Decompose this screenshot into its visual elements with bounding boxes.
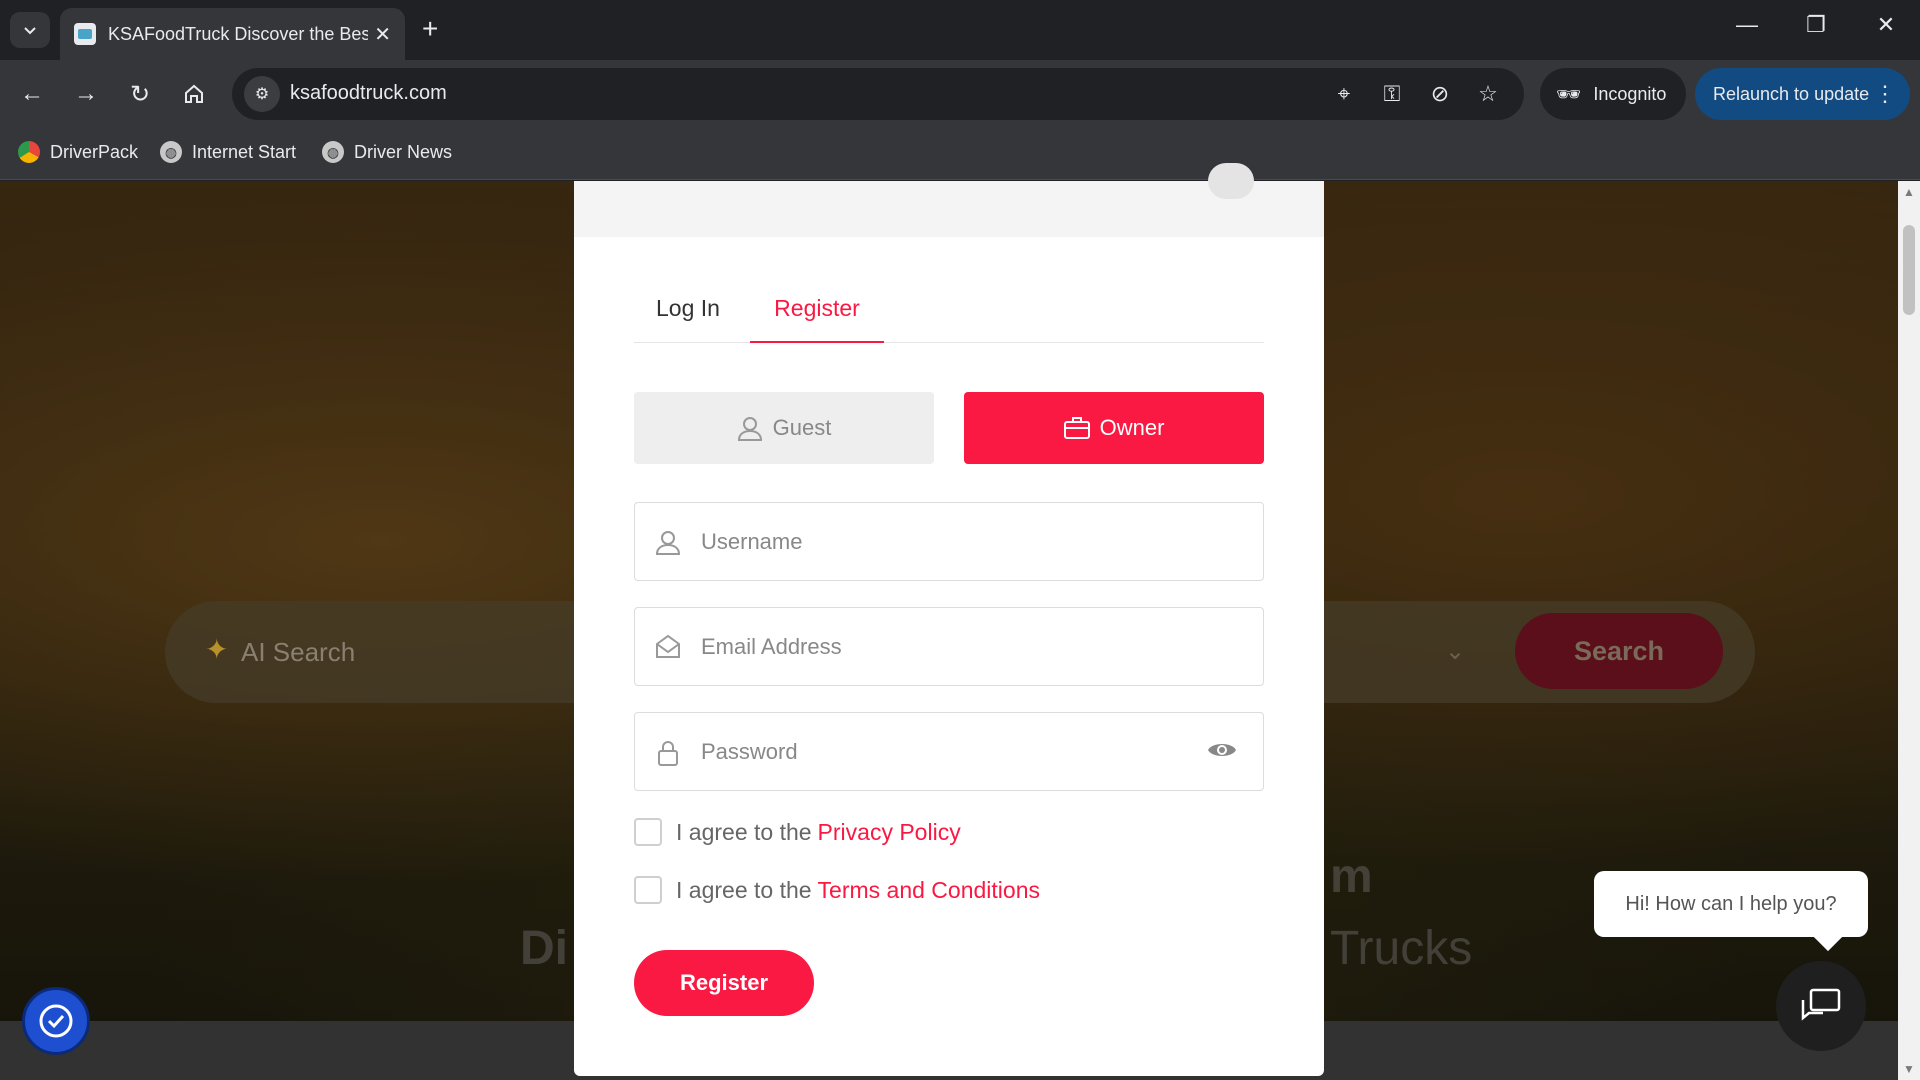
restore-icon[interactable]: ❐ [1796,12,1836,38]
close-window-icon[interactable]: ✕ [1866,12,1906,38]
site-favicon-icon [74,23,96,45]
terms-and-conditions-link[interactable]: Terms and Conditions [818,877,1040,904]
hero-text-fragment: Trucks [1330,922,1473,975]
relaunch-label: Relaunch to update [1713,83,1870,104]
tab-log-in[interactable]: Log In [656,295,720,322]
bookmark-driverpack[interactable]: DriverPack [18,141,138,163]
home-icon[interactable] [174,74,214,114]
scroll-down-arrow-icon[interactable]: ▼ [1903,1062,1915,1076]
chat-icon [1801,988,1841,1021]
user-icon [737,415,763,441]
accessibility-button[interactable] [22,987,90,1055]
browser-toolbar: ← → ↻ ⚙ ksafoodtruck.com ⌖ ⚿ ⊘ ☆ 🕶 Incog… [0,60,1920,128]
globe-icon: ◍ [160,141,182,163]
globe-icon: ◍ [322,141,344,163]
privacy-policy-checkbox[interactable] [634,818,662,846]
privacy-policy-checkbox-row: I agree to the Privacy Policy [634,818,961,846]
url-text: ksafoodtruck.com [290,82,447,104]
username-input[interactable] [701,503,1181,580]
page-scrollbar[interactable]: ▲ ▼ [1898,181,1920,1080]
bookmark-internet-start[interactable]: ◍ Internet Start [160,141,296,163]
modal-close-button[interactable] [1208,163,1254,199]
owner-role-button[interactable]: Owner [964,392,1264,464]
search-button: Search [1515,613,1723,689]
user-icon [655,529,681,560]
bookmarks-bar: DriverPack ◍ Internet Start ◍ Driver New… [0,128,1920,180]
forward-arrow-icon[interactable]: → [66,74,106,114]
incognito-label: Incognito [1593,83,1667,104]
back-arrow-icon[interactable]: ← [12,74,52,114]
key-icon[interactable]: ⚿ [1378,81,1406,107]
register-button[interactable]: Register [634,950,814,1016]
reload-icon[interactable]: ↻ [120,74,160,114]
new-tab-plus-icon[interactable]: + [422,14,438,44]
bookmark-driver-news[interactable]: ◍ Driver News [322,141,452,163]
bookmark-label: Internet Start [192,141,297,162]
bookmark-label: DriverPack [50,141,139,162]
password-input[interactable] [701,713,1181,790]
driverpack-icon [18,141,40,163]
briefcase-icon [1063,416,1090,440]
bookmark-label: Driver News [354,141,453,162]
tab-register[interactable]: Register [750,295,884,343]
eye-icon[interactable] [1207,739,1237,766]
chat-button[interactable] [1776,961,1866,1051]
modal-header [574,163,1324,237]
location-pin-icon[interactable]: ⌖ [1330,81,1358,107]
tab-close-icon[interactable]: ✕ [374,22,391,47]
email-field[interactable] [634,607,1264,686]
browser-tab[interactable]: KSAFoodTruck Discover the Bes ✕ [60,8,405,60]
ai-search-placeholder: AI Search [241,637,356,667]
hero-text-fragment: Di [520,922,568,975]
chevron-down-icon: ⌄ [1445,638,1466,665]
guest-role-label: Guest [772,415,832,440]
tab-title: KSAFoodTruck Discover the Bes [108,23,368,44]
auth-modal: Log In Register Guest Owner Username Ema… [574,163,1324,1076]
relaunch-button[interactable]: Relaunch to update ⋮ [1695,68,1910,120]
auth-tabs: Log In Register [634,237,1264,343]
accessibility-icon [39,1004,73,1038]
more-vertical-icon[interactable]: ⋮ [1874,81,1896,107]
address-bar[interactable]: ⚙ ksafoodtruck.com ⌖ ⚿ ⊘ ☆ [232,68,1524,120]
owner-role-label: Owner [1099,415,1165,440]
email-input[interactable] [701,608,1181,685]
incognito-indicator[interactable]: 🕶 Incognito [1540,68,1686,120]
sparkle-icon: ✦ [205,634,229,665]
checkbox-label: I agree to the [676,818,812,845]
minimize-icon[interactable]: — [1727,12,1767,38]
terms-checkbox-row: I agree to the Terms and Conditions [634,876,1040,904]
tab-search-button[interactable] [10,12,50,48]
hero-text-fragment: m [1330,850,1373,903]
guest-role-button[interactable]: Guest [634,392,934,464]
checkbox-label: I agree to the [676,876,812,903]
privacy-policy-link[interactable]: Privacy Policy [818,819,961,846]
tab-strip: KSAFoodTruck Discover the Bes ✕ + — ❐ ✕ [0,0,1920,60]
chat-greeting-bubble[interactable]: Hi! How can I help you? [1594,871,1868,937]
terms-checkbox[interactable] [634,876,662,904]
username-field[interactable] [634,502,1264,581]
password-field[interactable] [634,712,1264,791]
scroll-up-arrow-icon[interactable]: ▲ [1903,185,1915,199]
site-info-tune-icon[interactable]: ⚙ [244,76,280,112]
lock-icon [655,739,681,772]
envelope-icon [655,634,681,665]
bookmark-star-icon[interactable]: ☆ [1474,81,1502,107]
chevron-down-icon [24,27,36,35]
eye-slash-icon[interactable]: ⊘ [1426,81,1454,107]
incognito-icon: 🕶 [1556,83,1582,106]
scrollbar-thumb[interactable] [1903,225,1915,315]
